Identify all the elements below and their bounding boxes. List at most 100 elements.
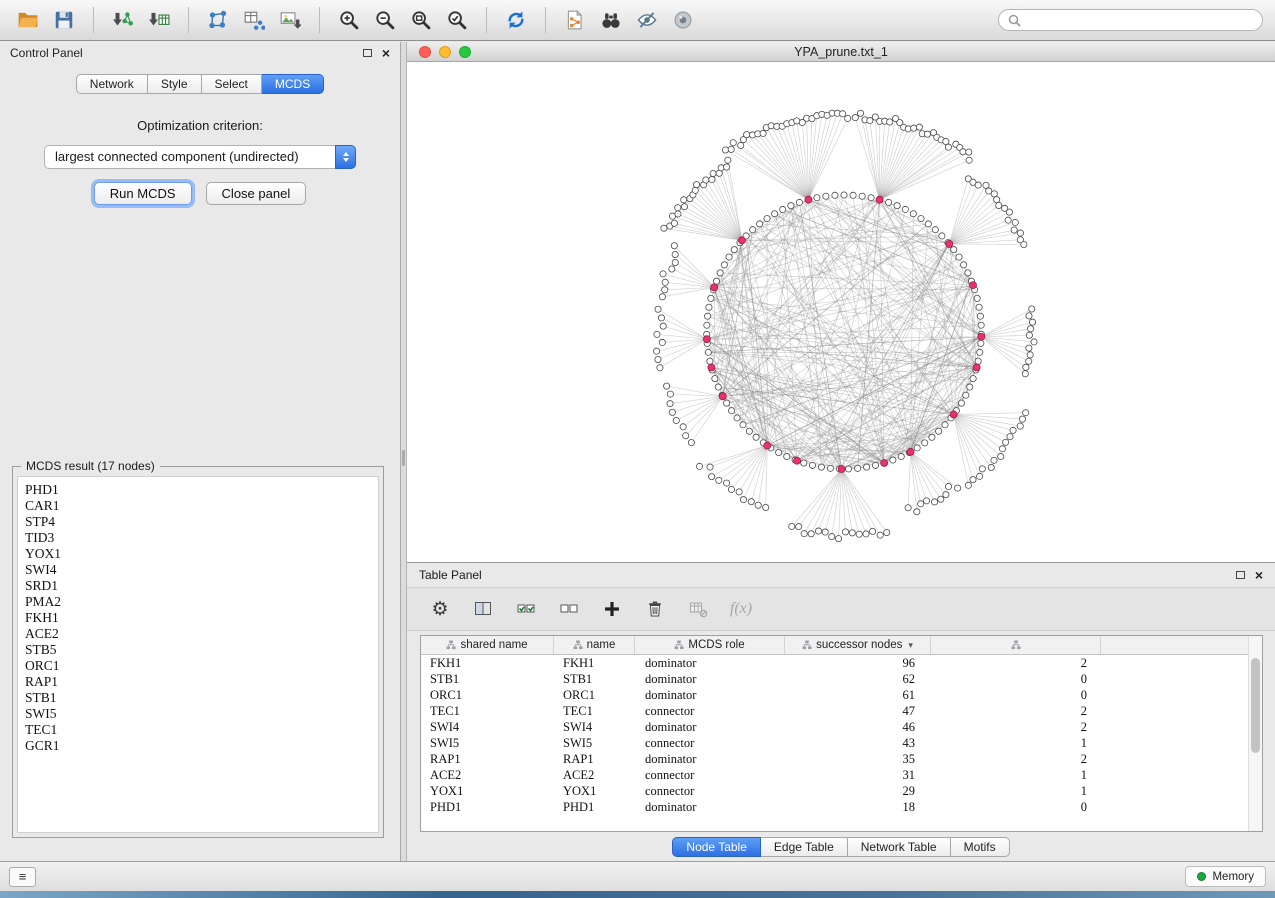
- minimize-window-icon[interactable]: [439, 46, 451, 58]
- table-cell[interactable]: YOX1: [421, 784, 554, 799]
- export-network-button[interactable]: [202, 4, 234, 36]
- mcds-result-item[interactable]: STP4: [25, 514, 371, 530]
- table-cell[interactable]: ACE2: [554, 768, 635, 783]
- open-session-button[interactable]: [12, 4, 44, 36]
- table-cell[interactable]: 1: [931, 768, 1101, 783]
- table-row[interactable]: PHD1PHD1dominator180: [421, 799, 1248, 815]
- network-graph[interactable]: [407, 62, 1275, 562]
- float-table-panel-icon[interactable]: [1236, 571, 1245, 579]
- table-cell[interactable]: TEC1: [421, 704, 554, 719]
- zoom-in-button[interactable]: [333, 4, 365, 36]
- table-cell[interactable]: 43: [785, 736, 931, 751]
- table-cell[interactable]: 1: [931, 784, 1101, 799]
- table-cell[interactable]: RAP1: [421, 752, 554, 767]
- close-panel-button[interactable]: Close panel: [206, 182, 307, 205]
- table-cell[interactable]: 2: [931, 752, 1101, 767]
- zoom-selected-button[interactable]: [441, 4, 473, 36]
- scrollbar-thumb[interactable]: [1251, 658, 1260, 753]
- table-cell[interactable]: dominator: [635, 672, 785, 687]
- table-row[interactable]: ORC1ORC1dominator610: [421, 687, 1248, 703]
- tab-style[interactable]: Style: [148, 74, 202, 94]
- table-cell[interactable]: 2: [931, 656, 1101, 671]
- table-cell[interactable]: 61: [785, 688, 931, 703]
- deselect-all-button[interactable]: [556, 596, 582, 622]
- table-cell[interactable]: dominator: [635, 752, 785, 767]
- import-table-button[interactable]: [143, 4, 175, 36]
- zoom-out-button[interactable]: [369, 4, 401, 36]
- table-row[interactable]: STB1STB1dominator620: [421, 671, 1248, 687]
- column-header-predecessor-nodes[interactable]: [931, 636, 1101, 654]
- mcds-result-item[interactable]: CAR1: [25, 498, 371, 514]
- network-window-titlebar[interactable]: YPA_prune.txt_1: [407, 42, 1275, 62]
- table-cell[interactable]: PHD1: [554, 800, 635, 815]
- column-header-successor-nodes[interactable]: successor nodes▾: [785, 636, 931, 654]
- table-cell[interactable]: connector: [635, 784, 785, 799]
- memory-button[interactable]: Memory: [1185, 866, 1266, 887]
- table-cell[interactable]: dominator: [635, 800, 785, 815]
- maximize-window-icon[interactable]: [459, 46, 471, 58]
- mcds-result-item[interactable]: ACE2: [25, 626, 371, 642]
- table-cell[interactable]: PHD1: [421, 800, 554, 815]
- mcds-result-item[interactable]: SWI5: [25, 706, 371, 722]
- table-cell[interactable]: 29: [785, 784, 931, 799]
- annotation-button[interactable]: [559, 4, 591, 36]
- tab-mcds[interactable]: MCDS: [262, 74, 324, 94]
- select-all-button[interactable]: [513, 596, 539, 622]
- mcds-result-item[interactable]: PMA2: [25, 594, 371, 610]
- close-table-panel-icon[interactable]: ×: [1255, 568, 1263, 582]
- show-graphics-button[interactable]: [667, 4, 699, 36]
- table-cell[interactable]: dominator: [635, 688, 785, 703]
- float-panel-icon[interactable]: [363, 49, 372, 57]
- table-cell[interactable]: 96: [785, 656, 931, 671]
- table-cell[interactable]: dominator: [635, 656, 785, 671]
- table-row[interactable]: SWI4SWI4dominator462: [421, 719, 1248, 735]
- hide-graphics-button[interactable]: [631, 4, 663, 36]
- zoom-fit-button[interactable]: [405, 4, 437, 36]
- table-scrollbar[interactable]: [1248, 636, 1262, 831]
- mcds-result-item[interactable]: STB5: [25, 642, 371, 658]
- table-cell[interactable]: connector: [635, 704, 785, 719]
- mcds-result-item[interactable]: SRD1: [25, 578, 371, 594]
- table-cell[interactable]: 1: [931, 736, 1101, 751]
- split-column-button[interactable]: [470, 596, 496, 622]
- table-cell[interactable]: SWI5: [554, 736, 635, 751]
- table-cell[interactable]: SWI4: [554, 720, 635, 735]
- table-cell[interactable]: 46: [785, 720, 931, 735]
- mcds-result-item[interactable]: GCR1: [25, 738, 371, 754]
- table-cell[interactable]: connector: [635, 768, 785, 783]
- table-cell[interactable]: 2: [931, 704, 1101, 719]
- tab-node-table[interactable]: Node Table: [672, 837, 761, 857]
- table-cell[interactable]: 18: [785, 800, 931, 815]
- table-cell[interactable]: 0: [931, 800, 1101, 815]
- tab-edge-table[interactable]: Edge Table: [761, 837, 848, 857]
- table-cell[interactable]: 35: [785, 752, 931, 767]
- mcds-result-item[interactable]: TEC1: [25, 722, 371, 738]
- close-panel-icon[interactable]: ×: [382, 46, 390, 60]
- table-row[interactable]: TEC1TEC1connector472: [421, 703, 1248, 719]
- add-row-button[interactable]: [599, 596, 625, 622]
- table-cell[interactable]: RAP1: [554, 752, 635, 767]
- table-cell[interactable]: ORC1: [554, 688, 635, 703]
- import-network-button[interactable]: [107, 4, 139, 36]
- table-cell[interactable]: SWI4: [421, 720, 554, 735]
- mcds-result-item[interactable]: YOX1: [25, 546, 371, 562]
- table-row[interactable]: SWI5SWI5connector431: [421, 735, 1248, 751]
- table-cell[interactable]: STB1: [421, 672, 554, 687]
- search-input[interactable]: [1027, 13, 1254, 27]
- find-button[interactable]: [595, 4, 627, 36]
- mcds-result-item[interactable]: RAP1: [25, 674, 371, 690]
- criterion-dropdown[interactable]: largest connected component (undirected): [44, 145, 356, 169]
- tab-motifs[interactable]: Motifs: [951, 837, 1010, 857]
- table-cell[interactable]: FKH1: [421, 656, 554, 671]
- refresh-layout-button[interactable]: [500, 4, 532, 36]
- table-cell[interactable]: TEC1: [554, 704, 635, 719]
- table-cell[interactable]: 62: [785, 672, 931, 687]
- mcds-result-list[interactable]: PHD1CAR1STP4TID3YOX1SWI4SRD1PMA2FKH1ACE2…: [17, 476, 379, 833]
- table-cell[interactable]: 0: [931, 688, 1101, 703]
- table-row[interactable]: YOX1YOX1connector291: [421, 783, 1248, 799]
- table-settings-button[interactable]: ⚙: [427, 596, 453, 622]
- mcds-result-item[interactable]: ORC1: [25, 658, 371, 674]
- table-cell[interactable]: SWI5: [421, 736, 554, 751]
- tab-network[interactable]: Network: [76, 74, 148, 94]
- task-history-button[interactable]: ≡: [9, 867, 36, 887]
